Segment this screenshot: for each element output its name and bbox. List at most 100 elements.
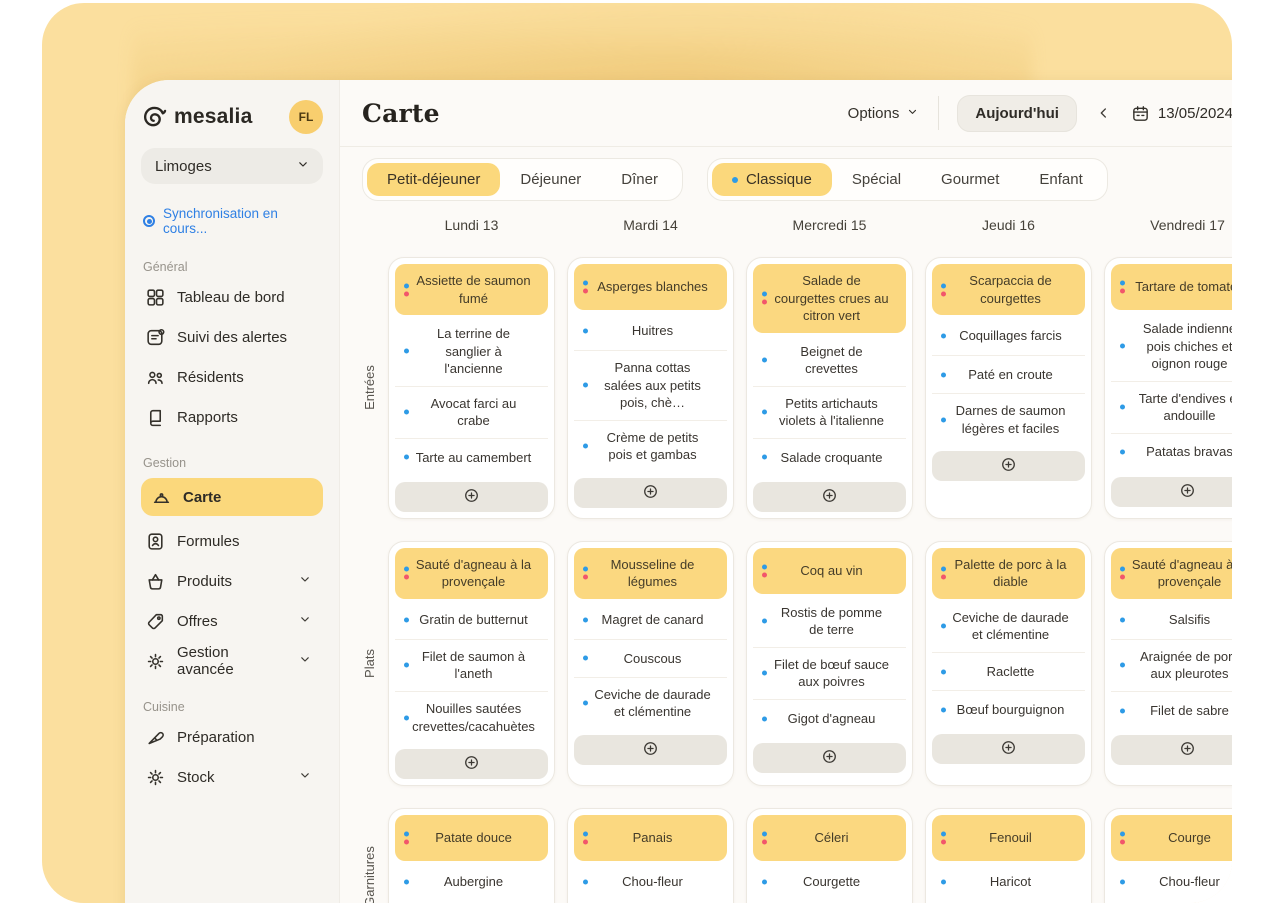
menu-item[interactable]: Ceviche de daurade et clémentine [932,601,1085,652]
sidebar-item-produits[interactable]: Produits [141,566,323,596]
menu-item[interactable]: Scarpaccia de courgettes [932,264,1085,315]
chevron-down-icon [297,767,313,787]
menu-item[interactable]: Céleri [753,815,906,861]
menu-item-label: Sauté d'agneau à la provençale [415,556,532,591]
menu-item[interactable]: Raclette [932,652,1085,690]
menu-item[interactable]: Nouilles sautées crevettes/cacahuètes [395,691,548,743]
menu-item[interactable]: La terrine de sanglier à l'ancienne [395,317,548,386]
sync-status: Synchronisation en cours... [141,206,323,236]
menu-item[interactable]: Sauté d'agneau à la provençale [1111,548,1232,599]
add-item-button[interactable] [574,478,727,508]
menu-item[interactable]: Couscous [574,639,727,677]
menu-item[interactable]: Avocat farci au crabe [395,386,548,438]
menu-item[interactable]: Salsifis [1111,601,1232,639]
menu-item[interactable]: Coq au vin [753,548,906,594]
location-select[interactable]: Limoges [141,148,323,184]
menu-item[interactable]: Courgette [753,863,906,901]
menu-item[interactable]: Beignet de crevettes [753,335,906,386]
add-item-button[interactable] [932,734,1085,764]
menu-card-items: Coq au vinRostis de pomme de terreFilet … [753,548,906,737]
menu-item[interactable]: Huitres [574,312,727,350]
menu-item[interactable]: Tarte d'endives et andouille [1111,381,1232,433]
diet-dots-icon [1120,832,1125,845]
menu-item[interactable]: Darnes de saumon légères et faciles [932,393,1085,445]
menu-item[interactable]: Gigot d'agneau [753,699,906,737]
menu-item[interactable]: Bœuf bourguignon [932,690,1085,728]
add-item-button[interactable] [932,451,1085,481]
sidebar-item-preparation[interactable]: Préparation [141,722,323,752]
tab-menu-gourmet[interactable]: Gourmet [921,163,1019,196]
sidebar-item-residents[interactable]: Résidents [141,362,323,392]
options-button[interactable]: Options [848,104,921,123]
tab-meal-petit-dejeuner[interactable]: Petit-déjeuner [367,163,500,196]
avatar[interactable]: FL [289,100,323,134]
tab-menu-enfant[interactable]: Enfant [1019,163,1102,196]
tab-menu-classique[interactable]: Classique [712,163,832,196]
tab-meal-dejeuner[interactable]: Déjeuner [500,163,601,196]
menu-card: Sauté d'agneau à la provençaleSalsifisAr… [1104,541,1232,786]
menu-item[interactable]: Tartare de tomates [1111,264,1232,310]
date-picker[interactable]: 13/05/2024 [1131,104,1232,123]
menu-item[interactable]: Asperges blanches [574,264,727,310]
menu-item[interactable]: Aubergine [395,863,548,901]
header-actions: Options Aujourd'hui 13/05/20 [848,95,1232,132]
diet-dot-icon [941,880,946,885]
menu-item[interactable]: Palette de porc à la diable [932,548,1085,599]
sidebar-item-suivi-des-alertes[interactable]: Suivi des alertes [141,322,323,352]
plus-circle-icon [642,740,659,760]
plus-circle-icon [1000,456,1017,476]
menu-item[interactable]: Petits artichauts violets à l'italienne [753,386,906,438]
menu-item[interactable]: Haricot [932,863,1085,901]
add-item-button[interactable] [574,735,727,765]
menu-item[interactable]: Filet de bœuf sauce aux poivres [753,647,906,699]
menu-item[interactable]: Magret de canard [574,601,727,639]
menu-item[interactable]: Crème de petits pois et gambas [574,420,727,472]
sidebar-item-rapports[interactable]: Rapports [141,402,323,432]
menu-item[interactable]: Rostis de pomme de terre [753,596,906,647]
menu-item[interactable]: Patatas bravas [1111,433,1232,471]
menu-card-items: Sauté d'agneau à la provençale Gratin de … [395,548,548,743]
menu-item[interactable]: Araignée de porc aux pleurotes [1111,639,1232,691]
add-item-button[interactable] [753,482,906,512]
menu-item[interactable]: Mousseline de légumes [574,548,727,599]
sidebar-item-gestion-avancee[interactable]: Gestion avancée [141,646,323,676]
menu-item[interactable]: Fenouil [932,815,1085,861]
sidebar-item-offres[interactable]: Offres [141,606,323,636]
menu-item[interactable]: Courge [1111,815,1232,861]
sidebar-item-tableau-de-bord[interactable]: Tableau de bord [141,282,323,312]
menu-item[interactable]: Coquillages farcis [932,317,1085,355]
diet-dots-icon [941,832,946,845]
menu-item[interactable]: Paté en croute [932,355,1085,393]
menu-item[interactable]: Filet de saumon à l'aneth [395,639,548,691]
menu-item[interactable]: Sauté d'agneau à la provençale [395,548,548,599]
add-item-button[interactable] [395,482,548,512]
menu-item[interactable]: Tarte au camembert [395,438,548,476]
add-item-button[interactable] [753,743,906,773]
sidebar-item-carte[interactable]: Carte [141,478,323,516]
menu-item[interactable]: Gratin de butternut [395,601,548,639]
add-item-button[interactable] [1111,735,1232,765]
menu-item[interactable]: Salade de courgettes crues au citron ver… [753,264,906,333]
menu-item[interactable]: Ceviche de daurade et clémentine [574,677,727,729]
today-button[interactable]: Aujourd'hui [957,95,1077,132]
menu-item[interactable]: Patate douce [395,815,548,861]
tab-meal-diner[interactable]: Dîner [601,163,678,196]
sidebar-item-formules[interactable]: Formules [141,526,323,556]
menu-item[interactable]: Panna cottas salées aux petits pois, chè… [574,350,727,420]
menu-item[interactable]: Panais [574,815,727,861]
chevron-left-icon[interactable] [1095,104,1113,122]
sidebar-item-stock[interactable]: Stock [141,762,323,792]
menu-item-label: Couscous [624,650,682,668]
menu-item[interactable]: Assiette de saumon fumé [395,264,548,315]
add-item-button[interactable] [1111,477,1232,507]
menu-item[interactable]: Chou-fleur [574,863,727,901]
tab-menu-special[interactable]: Spécial [832,163,921,196]
menu-item-label: Petits artichauts violets à l'italienne [773,395,890,430]
menu-card: Mousseline de légumesMagret de canard Cou… [567,541,734,786]
menu-item[interactable]: Chou-fleur [1111,863,1232,901]
add-item-button[interactable] [395,749,548,779]
menu-item[interactable]: Salade indienne pois chiches et oignon r… [1111,312,1232,381]
menu-item[interactable]: Filet de sabre [1111,691,1232,729]
day-header-vendredi-17: Vendredi 17 [1104,217,1232,233]
menu-item[interactable]: Salade croquante [753,438,906,476]
